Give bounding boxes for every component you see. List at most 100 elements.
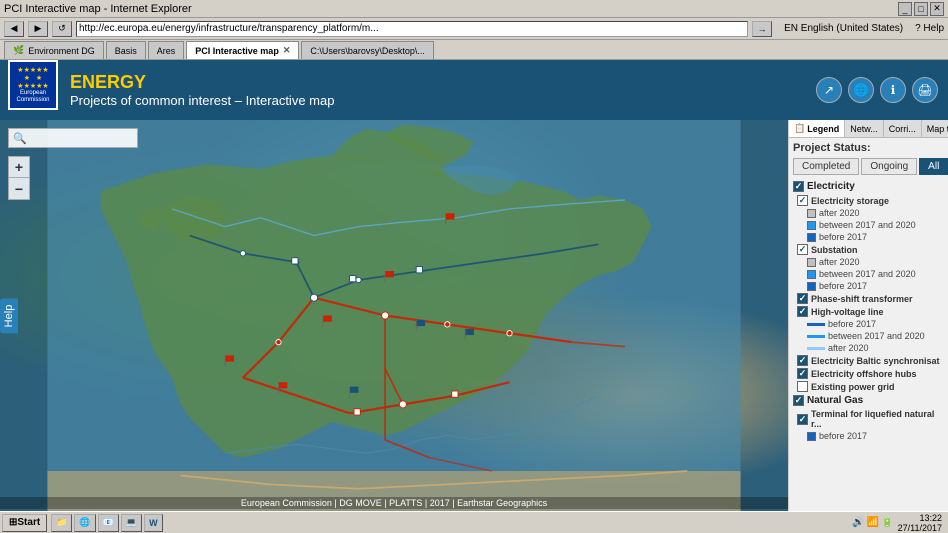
map-search-box[interactable]: 🔍 (8, 128, 138, 148)
natural-gas-checkbox[interactable] (793, 395, 804, 406)
panel-tab-network[interactable]: Netw... (845, 120, 884, 137)
taskbar-app-pc[interactable]: 💻 (121, 514, 142, 532)
natural-gas-section: Natural Gas Terminal for liquefied natur… (793, 395, 944, 442)
tab-close-pci[interactable]: ✕ (283, 45, 291, 56)
refresh-button[interactable]: ↺ (52, 21, 72, 37)
substation-before2017-item: before 2017 (793, 280, 944, 292)
substation-after2020-item: after 2020 (793, 256, 944, 268)
address-bar[interactable]: http://ec.europa.eu/energy/infrastructur… (76, 21, 748, 37)
hv-between-line (807, 335, 825, 338)
offshore-hubs-checkbox[interactable] (797, 368, 808, 379)
phase-shift-header: Phase-shift transformer (793, 292, 944, 305)
electricity-storage-checkbox[interactable] (797, 195, 808, 206)
lng-before2017-item: before 2017 (793, 430, 944, 442)
info-icon[interactable]: ℹ (880, 77, 906, 103)
taskbar-right: 🔊 📶 🔋 13:22 27/11/2017 (852, 513, 946, 533)
taskbar-app-folder[interactable]: 📁 (51, 514, 72, 532)
storage-before2017-item: before 2017 (793, 231, 944, 243)
existing-power-header: Existing power grid (793, 380, 944, 393)
high-voltage-checkbox[interactable] (797, 306, 808, 317)
panel-tab-corridor[interactable]: Corri... (884, 120, 922, 137)
baltic-sync-label: Electricity Baltic synchronisat (811, 356, 940, 366)
back-button[interactable]: ◀ (4, 21, 24, 37)
map-svg (0, 120, 788, 511)
zoom-out-button[interactable]: − (8, 178, 30, 200)
taskbar-clock: 13:22 27/11/2017 (898, 513, 942, 533)
taskbar-icon-3: 🔋 (881, 517, 893, 528)
print-icon[interactable]: 🖨 (912, 77, 938, 103)
hv-after2020-line (807, 347, 825, 350)
tab-basis[interactable]: Basis (106, 41, 146, 59)
electricity-section: Electricity Electricity storage after 20… (793, 181, 944, 393)
terminal-lng-label: Terminal for liquefied natural r... (811, 409, 944, 429)
storage-between-color (807, 221, 816, 230)
existing-power-checkbox[interactable] (797, 381, 808, 392)
tab-ares[interactable]: Ares (148, 41, 185, 59)
terminal-lng-header: Terminal for liquefied natural r... (793, 408, 944, 430)
panel-content: Project Status: Completed Ongoing All El… (789, 138, 948, 511)
phase-shift-checkbox[interactable] (797, 293, 808, 304)
electricity-header: Electricity (793, 181, 944, 192)
close-button[interactable]: ✕ (930, 2, 944, 16)
baltic-sync-header: Electricity Baltic synchronisat (793, 354, 944, 367)
status-all-button[interactable]: All (919, 158, 948, 175)
help-link[interactable]: ? Help (915, 23, 944, 34)
panel-tab-maptool[interactable]: Map t... (922, 120, 948, 137)
electricity-label: Electricity (807, 181, 855, 192)
page-header: ★★★★★ ★ ★ ★★★★★ European Commission ENER… (0, 60, 948, 120)
share-icon[interactable]: ↗ (816, 77, 842, 103)
maximize-button[interactable]: □ (914, 2, 928, 16)
electricity-storage-label: Electricity storage (811, 196, 889, 206)
terminal-lng-checkbox[interactable] (797, 414, 808, 425)
go-button[interactable]: → (752, 21, 772, 37)
hv-before2017-line (807, 323, 825, 326)
electricity-checkbox[interactable] (793, 181, 804, 192)
browser-tabs: 🌿 Environment DG Basis Ares PCI Interact… (0, 40, 948, 60)
hv-between-item: between 2017 and 2020 (793, 330, 944, 342)
offshore-hubs-header: Electricity offshore hubs (793, 367, 944, 380)
taskbar-icon-2: 📶 (867, 517, 879, 528)
window-controls[interactable]: _ □ ✕ (898, 2, 944, 16)
status-completed-button[interactable]: Completed (793, 158, 859, 175)
ec-logo: ★★★★★ ★ ★ ★★★★★ European Commission (8, 60, 58, 110)
map-background (0, 120, 788, 511)
zoom-in-button[interactable]: + (8, 156, 30, 178)
page-subtitle: Projects of common interest – Interactiv… (70, 93, 334, 108)
taskbar-app-ie[interactable]: 🌐 (74, 514, 95, 532)
status-ongoing-button[interactable]: Ongoing (861, 158, 917, 175)
help-button[interactable]: Help (0, 298, 18, 333)
map-attribution: European Commission | DG MOVE | PLATTS |… (0, 497, 788, 509)
phase-shift-label: Phase-shift transformer (811, 294, 913, 304)
storage-after2020-item: after 2020 (793, 207, 944, 219)
panel-tab-legend[interactable]: 📋 Legend (789, 120, 845, 137)
map-search-input[interactable] (27, 133, 133, 144)
taskbar: ⊞ Start 📁 🌐 📧 💻 W 🔊 📶 🔋 13:22 27/11/2017 (0, 511, 948, 533)
globe-icon[interactable]: 🌐 (848, 77, 874, 103)
taskbar-apps: 📁 🌐 📧 💻 W (51, 514, 162, 532)
right-panel: 📋 Legend Netw... Corri... Map t... Proje… (788, 120, 948, 511)
start-button[interactable]: ⊞ Start (2, 514, 47, 532)
substation-header: Substation (793, 243, 944, 256)
tab-pci[interactable]: PCI Interactive map ✕ (186, 41, 299, 59)
storage-before2017-color (807, 233, 816, 242)
natural-gas-header: Natural Gas (793, 395, 944, 406)
language-selector[interactable]: EN English (United States) (784, 23, 903, 34)
taskbar-app-mail[interactable]: 📧 (98, 514, 119, 532)
forward-button[interactable]: ▶ (28, 21, 48, 37)
taskbar-system-icons: 🔊 📶 🔋 (852, 517, 893, 528)
panel-tabs: 📋 Legend Netw... Corri... Map t... (789, 120, 948, 138)
minimize-button[interactable]: _ (898, 2, 912, 16)
tab-desktop[interactable]: C:\Users\barovsy\Desktop\... (301, 41, 434, 59)
baltic-sync-checkbox[interactable] (797, 355, 808, 366)
high-voltage-header: High-voltage line (793, 305, 944, 318)
storage-between-item: between 2017 and 2020 (793, 219, 944, 231)
substation-checkbox[interactable] (797, 244, 808, 255)
tab-environment[interactable]: 🌿 Environment DG (4, 41, 104, 59)
map-area[interactable]: 🔍 + − Help European Commission | DG MOVE… (0, 120, 788, 511)
substation-between-color (807, 270, 816, 279)
taskbar-app-word[interactable]: W (144, 514, 163, 532)
start-icon: ⊞ (9, 517, 17, 528)
content-area: 🔍 + − Help European Commission | DG MOVE… (0, 120, 948, 511)
clock-date: 27/11/2017 (898, 523, 942, 533)
address-text: http://ec.europa.eu/energy/infrastructur… (79, 23, 379, 34)
